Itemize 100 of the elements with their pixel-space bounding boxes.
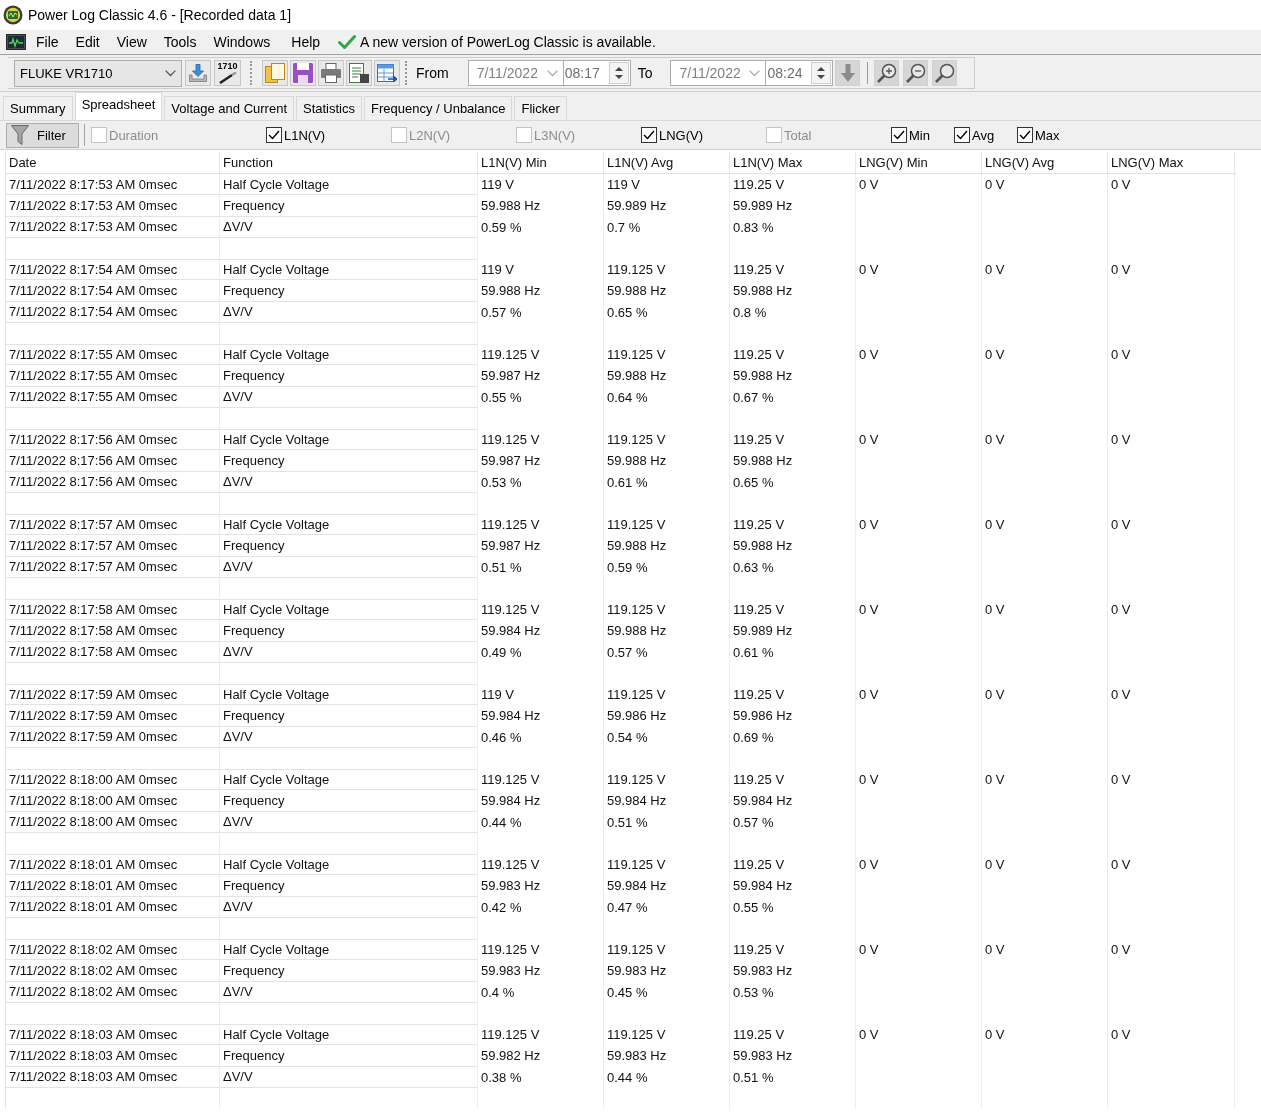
table-cell: 119.25 V	[730, 344, 856, 366]
checkbox-icon[interactable]	[1017, 127, 1033, 143]
tab[interactable]: Spreadsheet	[74, 92, 163, 120]
zoom-reset-button[interactable]	[932, 60, 958, 86]
table-cell: Frequency	[220, 195, 478, 217]
table-cell: 59.988 Hz	[730, 450, 856, 472]
table-cell: Half Cycle Voltage	[220, 514, 478, 536]
time-spinner[interactable]: 08:24	[766, 60, 834, 86]
table-cell: 7/11/2022 8:18:02 AM 0msec	[6, 981, 220, 1003]
checkbox-icon[interactable]	[266, 127, 282, 143]
tab[interactable]: Flicker	[514, 96, 567, 120]
tab[interactable]: Summary	[3, 96, 73, 120]
menu-item[interactable]: Tools	[155, 31, 205, 53]
table-cell: 0.44 %	[478, 811, 604, 833]
table-cell: 0 V	[1108, 429, 1235, 451]
table-cell: 7/11/2022 8:17:55 AM 0msec	[6, 386, 220, 408]
print-button[interactable]	[318, 60, 344, 86]
save-button[interactable]	[290, 60, 316, 86]
column-header[interactable]: LNG(V) Avg	[982, 152, 1108, 173]
apply-range-button[interactable]	[835, 60, 861, 86]
column-header[interactable]: L1N(V) Min	[478, 152, 604, 173]
table-cell: 0 V	[982, 599, 1108, 621]
table-cell: 59.984 Hz	[478, 620, 604, 642]
column-header[interactable]: L1N(V) Max	[730, 152, 856, 173]
table-cell: 0 V	[856, 1024, 982, 1046]
table-cell: Frequency	[220, 790, 478, 812]
table-cell: 59.984 Hz	[478, 705, 604, 727]
column-header[interactable]: LNG(V) Min	[856, 152, 982, 173]
column-header[interactable]: Date	[6, 152, 220, 173]
filter-checkbox[interactable]: LNG(V)	[641, 127, 766, 143]
column-header[interactable]: Function	[220, 152, 478, 173]
table-cell: 0 V	[856, 174, 982, 196]
table-cell: 7/11/2022 8:17:59 AM 0msec	[6, 705, 220, 727]
filter-checkbox[interactable]: Max	[1017, 127, 1080, 143]
table-cell: 0 V	[856, 939, 982, 961]
monitor-icon	[6, 34, 26, 50]
filter-checkbox[interactable]: Min	[891, 127, 954, 143]
field-label: From	[416, 65, 449, 81]
zoom-in-button[interactable]	[874, 60, 900, 86]
table-cell: 0.55 %	[730, 896, 856, 918]
export-sheet-button[interactable]	[346, 60, 372, 86]
table-cell: ΔV/V	[220, 811, 478, 833]
table-cell: 7/11/2022 8:18:03 AM 0msec	[6, 1045, 220, 1067]
device-tool-button[interactable]: 1710	[214, 60, 241, 86]
open-button[interactable]	[262, 60, 288, 86]
menu-item[interactable]: Windows	[205, 31, 279, 53]
table-cell: ΔV/V	[220, 556, 478, 578]
checkbox-icon[interactable]	[641, 127, 657, 143]
device-dropdown[interactable]: FLUKE VR1710	[14, 59, 182, 87]
table-cell: 119.25 V	[730, 514, 856, 536]
table-cell: 59.988 Hz	[730, 365, 856, 387]
table-cell: 0.45 %	[604, 981, 730, 1003]
magnifier-icon	[934, 63, 955, 83]
table-cell: Half Cycle Voltage	[220, 429, 478, 451]
table-cell: 7/11/2022 8:17:56 AM 0msec	[6, 450, 220, 472]
table-cell: 0.59 %	[478, 216, 604, 238]
table-cell: 0 V	[982, 514, 1108, 536]
menu-item[interactable]: Edit	[67, 31, 108, 53]
table-cell: 119.125 V	[478, 599, 604, 621]
tab[interactable]: Statistics	[296, 96, 362, 120]
spin-arrows-icon	[811, 62, 832, 84]
table-cell: ΔV/V	[220, 641, 478, 663]
filter-checkbox[interactable]: Avg	[954, 127, 1017, 143]
download-button[interactable]	[185, 60, 211, 86]
spreadsheet-icon	[349, 63, 369, 83]
filter-button[interactable]: Filter	[6, 122, 79, 148]
table-cell: 0.61 %	[604, 471, 730, 493]
table-cell: 59.982 Hz	[478, 1045, 604, 1067]
down-arrow-icon	[840, 64, 855, 82]
table-cell: 59.989 Hz	[730, 620, 856, 642]
table-cell: 119.25 V	[730, 599, 856, 621]
table-cell: 0 V	[856, 344, 982, 366]
date-picker[interactable]: 7/11/2022	[670, 60, 767, 86]
checkbox-icon[interactable]	[891, 127, 907, 143]
caret-icon	[165, 69, 176, 77]
time-spinner[interactable]: 08:17	[563, 60, 631, 86]
table-cell: Half Cycle Voltage	[220, 259, 478, 281]
table-cell: 0 V	[982, 174, 1108, 196]
tab[interactable]: Voltage and Current	[164, 96, 294, 120]
menu-item[interactable]: File	[28, 31, 67, 53]
table-cell: 119.125 V	[604, 344, 730, 366]
column-header[interactable]: LNG(V) Max	[1108, 152, 1235, 173]
menu-item[interactable]: Help	[283, 31, 329, 53]
table-cell: 7/11/2022 8:18:01 AM 0msec	[6, 854, 220, 876]
menu-item[interactable]: View	[108, 31, 155, 53]
table-cell: 59.984 Hz	[730, 790, 856, 812]
table-cell: 0 V	[1108, 514, 1235, 536]
checkbox-icon[interactable]	[954, 127, 970, 143]
tab[interactable]: Frequency / Unbalance	[364, 96, 513, 120]
table-cell: 7/11/2022 8:18:00 AM 0msec	[6, 811, 220, 833]
export-table-button[interactable]	[374, 60, 400, 86]
date-picker[interactable]: 7/11/2022	[467, 60, 564, 86]
filter-checkbox[interactable]: L1N(V)	[266, 127, 391, 143]
column-header[interactable]: L1N(V) Avg	[604, 152, 730, 173]
table-cell: 119.125 V	[478, 939, 604, 961]
table-cell: 59.988 Hz	[478, 280, 604, 302]
table-cell: 7/11/2022 8:18:02 AM 0msec	[6, 960, 220, 982]
table-cell: 59.988 Hz	[478, 195, 604, 217]
zoom-out-button[interactable]	[903, 60, 929, 86]
table-cell: 7/11/2022 8:18:00 AM 0msec	[6, 769, 220, 791]
